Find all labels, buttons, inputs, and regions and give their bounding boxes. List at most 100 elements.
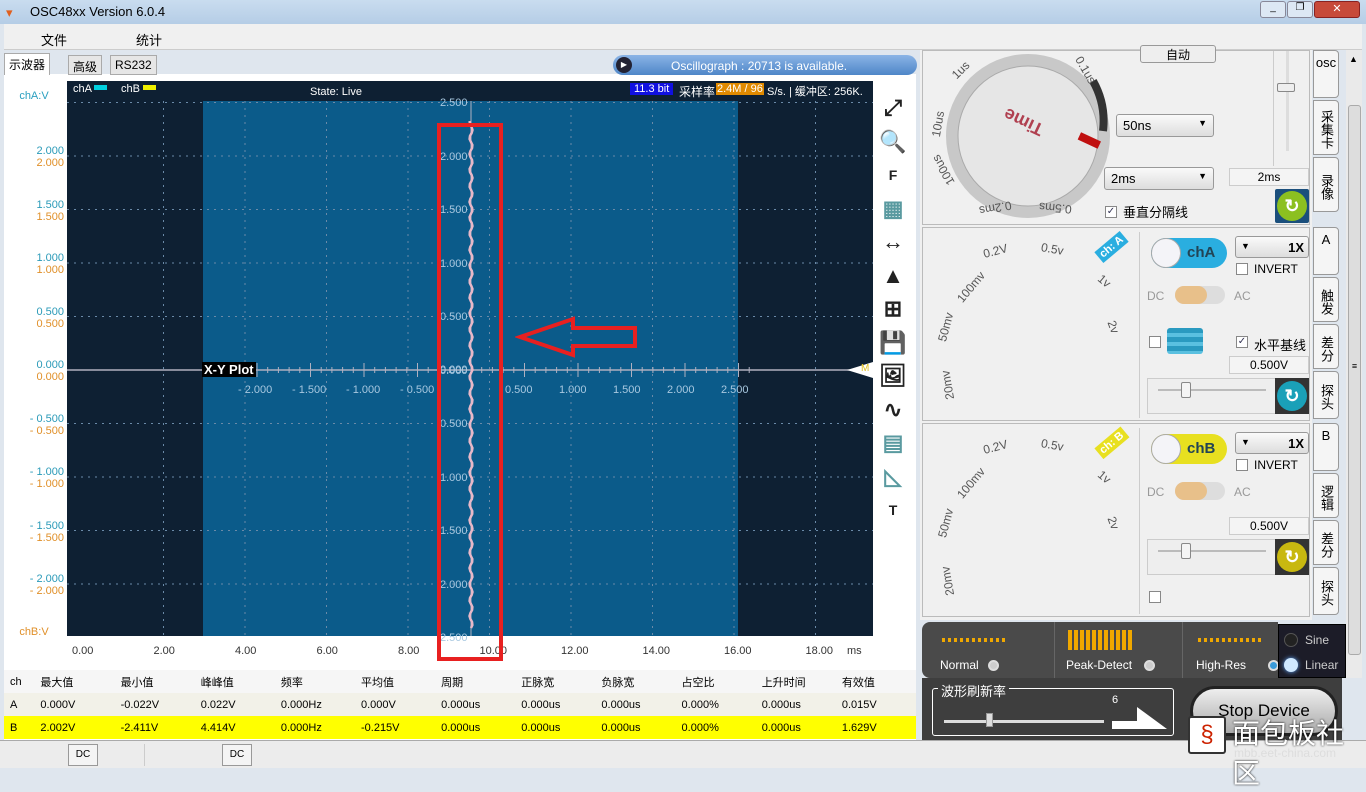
- column-header: 有效值: [841, 676, 875, 689]
- fit-icon[interactable]: ⤢: [877, 93, 909, 123]
- interpolation-panel: Sine Linear: [1278, 624, 1346, 678]
- close-button[interactable]: ✕: [1314, 1, 1360, 18]
- table-icon[interactable]: ▤: [877, 428, 909, 458]
- grid-icon[interactable]: ▦: [877, 194, 909, 224]
- offset-slider[interactable]: [1147, 539, 1277, 575]
- image-icon[interactable]: 🖼: [877, 361, 909, 391]
- side-tab[interactable]: 差分: [1313, 324, 1339, 369]
- table-cell: 0.000us: [521, 698, 561, 711]
- mode-radio[interactable]: [1144, 660, 1155, 671]
- play-icon[interactable]: ▶: [616, 57, 632, 73]
- mode-high-res[interactable]: High-Res: [1196, 658, 1246, 672]
- mode-normal[interactable]: Normal: [940, 658, 979, 672]
- maximize-button[interactable]: ❐: [1287, 1, 1313, 18]
- side-tab[interactable]: osc: [1313, 50, 1339, 98]
- minimize-button[interactable]: _: [1260, 1, 1286, 18]
- timebase-min-select[interactable]: 50ns ▼: [1116, 114, 1214, 137]
- timebase-reset-button[interactable]: ↻: [1275, 189, 1309, 223]
- baseline-checkbox[interactable]: ✓: [1236, 336, 1248, 348]
- side-tab[interactable]: 差分: [1313, 520, 1339, 565]
- wave-fill-checkbox[interactable]: [1149, 336, 1161, 348]
- logic-checkbox[interactable]: [1149, 591, 1161, 603]
- column-header: 正脉宽: [521, 676, 555, 689]
- timebase-slider[interactable]: [1273, 51, 1309, 166]
- side-tab[interactable]: A: [1313, 227, 1339, 275]
- x-tick: 8.00: [398, 645, 420, 657]
- table-cell: -0.215V: [360, 721, 400, 734]
- mode-radio[interactable]: [988, 660, 999, 671]
- chb-y-tick: 2.000: [36, 157, 64, 169]
- timebase-select[interactable]: 2ms ▼: [1104, 167, 1214, 190]
- table-cell: 0.000us: [601, 721, 641, 734]
- waveform-icon[interactable]: ∿: [877, 395, 909, 425]
- ruler-icon[interactable]: ◺: [877, 462, 909, 492]
- buffer-label: S/s. | 缓冲区: 256K.: [767, 86, 863, 98]
- offset-reset-button[interactable]: ↻: [1275, 378, 1309, 414]
- status-bar: DC DC: [0, 740, 1366, 768]
- side-tab[interactable]: 探头: [1313, 371, 1339, 419]
- scroll-thumb[interactable]: ≡: [1348, 105, 1361, 655]
- invert-checkbox[interactable]: [1236, 263, 1248, 275]
- zoom-in-icon[interactable]: 🔍: [877, 127, 909, 157]
- offset-reset-button[interactable]: ↻: [1275, 539, 1309, 575]
- tab-rs232[interactable]: RS232: [110, 55, 157, 75]
- cha-coupling-status[interactable]: DC: [68, 744, 98, 766]
- channel-toggle[interactable]: chA: [1151, 238, 1227, 268]
- save-icon[interactable]: 💾: [877, 328, 909, 358]
- chb-y-tick: - 2.000: [29, 585, 64, 597]
- slider-thumb[interactable]: [1181, 382, 1191, 398]
- coupling-toggle[interactable]: [1175, 286, 1225, 304]
- cha-y-tick: 2.000: [36, 145, 64, 157]
- probe-select[interactable]: ▼ 1X: [1235, 432, 1309, 454]
- slider-thumb[interactable]: [1277, 83, 1295, 92]
- state-label: State: Live: [310, 86, 362, 98]
- cha-y-tick: 0.000: [36, 359, 64, 371]
- measure-width-icon[interactable]: ↔: [877, 227, 909, 257]
- coupling-toggle[interactable]: [1175, 482, 1225, 500]
- tab-advanced[interactable]: 高级: [68, 55, 103, 75]
- chevron-down-icon: ▼: [1241, 241, 1250, 251]
- dial-tick: 20mv: [938, 565, 958, 597]
- sample-rate-value: 2.4M / 96: [716, 83, 764, 95]
- channel-tag: ch: B: [1094, 426, 1130, 460]
- side-tab[interactable]: 采集卡: [1313, 100, 1339, 155]
- channel-toggle[interactable]: chB: [1151, 434, 1227, 464]
- chb-coupling-status[interactable]: DC: [222, 744, 252, 766]
- refresh-rate-slider[interactable]: [944, 720, 1104, 723]
- auto-button[interactable]: 自动: [1140, 45, 1216, 63]
- cha-y-tick: 1.500: [36, 198, 64, 211]
- xy-x-tick: - 1.500: [292, 384, 327, 396]
- column-header: 最大值: [40, 676, 74, 689]
- bit-depth-badge: 11.3 bit: [630, 83, 674, 95]
- scroll-up-icon[interactable]: ▲: [1349, 54, 1358, 64]
- side-tab[interactable]: 逻辑: [1313, 473, 1339, 518]
- waveform-preview-icon: [1068, 630, 1132, 650]
- dial-tick: 20mv: [938, 369, 958, 401]
- vertical-grid-checkbox[interactable]: ✓: [1105, 203, 1117, 218]
- table-cell: 0.015V: [841, 698, 877, 711]
- scrollbar[interactable]: ▲ ≡: [1346, 50, 1362, 678]
- mode-peak-detect[interactable]: Peak-Detect: [1066, 658, 1132, 672]
- side-tab[interactable]: B: [1313, 423, 1339, 471]
- x-unit: ms: [847, 645, 862, 657]
- sine-radio[interactable]: [1284, 633, 1298, 647]
- sine-label: Sine: [1305, 633, 1330, 647]
- tool-f-button[interactable]: F: [877, 160, 909, 190]
- tab-oscilloscope[interactable]: 示波器: [4, 53, 51, 75]
- probe-select[interactable]: ▼ 1X: [1235, 236, 1309, 258]
- slider-thumb[interactable]: [986, 713, 993, 727]
- dial-tick: 100mv: [954, 464, 988, 502]
- menu-stats[interactable]: 统计: [136, 30, 162, 49]
- tool-t-button[interactable]: T: [877, 495, 909, 525]
- calculator-icon[interactable]: ⊞: [877, 294, 909, 324]
- offset-slider[interactable]: [1147, 378, 1277, 414]
- side-tab[interactable]: 录像: [1313, 157, 1339, 212]
- side-tab[interactable]: 触发: [1313, 277, 1339, 322]
- spectrum-icon[interactable]: ▲: [877, 261, 909, 291]
- slider-thumb[interactable]: [1181, 543, 1191, 559]
- invert-checkbox[interactable]: [1236, 459, 1248, 471]
- menu-file[interactable]: 文件: [41, 30, 67, 49]
- side-tab[interactable]: 探头: [1313, 567, 1339, 615]
- linear-radio[interactable]: [1284, 658, 1298, 672]
- cha-y-tick: - 0.500: [29, 412, 64, 425]
